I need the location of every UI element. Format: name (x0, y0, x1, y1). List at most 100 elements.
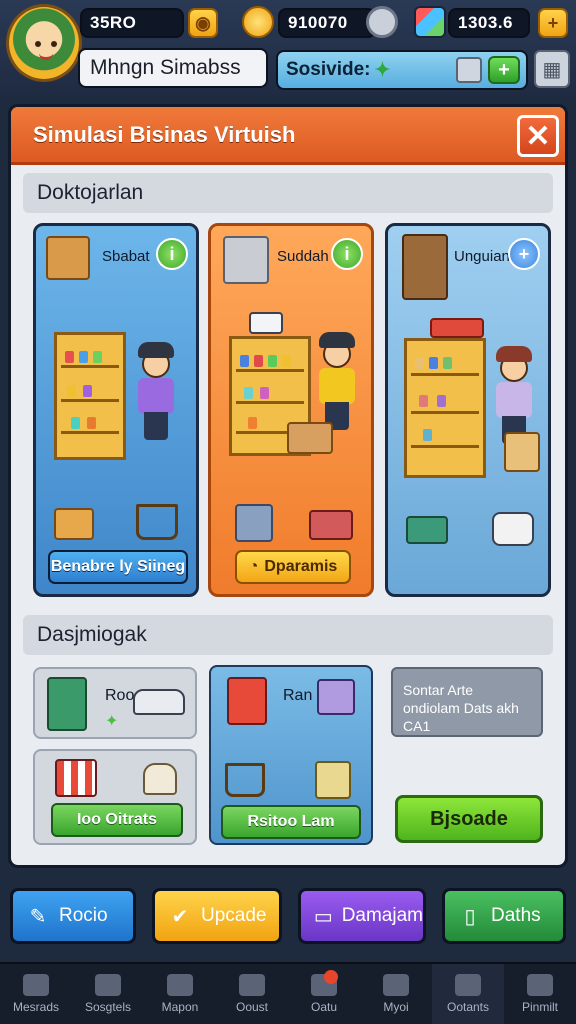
sparkle-icon: ✦ (374, 59, 391, 81)
box-icon (239, 974, 265, 996)
card-1-button[interactable]: Benabre ly Siineg (48, 550, 188, 584)
produce-box-icon (315, 761, 351, 799)
nav-label-1: Mesrads (12, 1000, 59, 1014)
machine-icon (47, 677, 87, 731)
van-icon (492, 512, 534, 546)
card-c-button[interactable]: Ioo Oitrats (51, 803, 183, 837)
nav-label-2: Sosgtels (84, 1000, 132, 1014)
business-name: Mhngn Simabss (90, 56, 241, 79)
sparkle-icon: ✦ (105, 713, 119, 730)
clock-icon: ◔ (248, 558, 259, 575)
nav-item-1[interactable]: Mesrads (0, 964, 72, 1024)
coin-icon: ◉ (195, 12, 211, 33)
nav-item-7[interactable]: Ootants (432, 964, 504, 1024)
car-icon (133, 689, 185, 715)
nav-item-5[interactable]: Oatu (288, 964, 360, 1024)
factory-icon (527, 974, 553, 996)
card-b-label: Ran (283, 687, 313, 704)
shop-stall-icon (55, 759, 97, 797)
resource-counter-1: 35RO (80, 8, 184, 38)
card-d-button-label: Rsitoo Lam (247, 813, 335, 830)
confirm-button[interactable]: Bjsoade (395, 795, 543, 843)
stock-box-icon (309, 510, 353, 540)
plus-icon: + (547, 12, 559, 33)
status-text: Sosivide: (286, 59, 371, 80)
upgrade-card-c[interactable]: Ioo Oitrats (33, 749, 197, 845)
action-button-3[interactable]: ▭ Damajam (298, 888, 426, 944)
produce-tray-icon (406, 516, 448, 544)
shop-sign-icon (249, 312, 283, 334)
nav-label-4: Ooust (235, 1000, 268, 1014)
top-hud: 35RO ◉ 910070 1303.6 + Mhngn Simabss Sos… (0, 0, 576, 96)
action-button-1[interactable]: ✎ Rocio (10, 888, 136, 944)
upgrade-card-a[interactable]: Roo ✦ (33, 667, 197, 739)
gauge-icon[interactable] (366, 6, 398, 38)
shelf-illustration (54, 332, 126, 460)
cart-icon (225, 763, 265, 797)
info-text: Sontar Arte ondiolam Dats akh CA1 (403, 682, 519, 734)
card-c-button-label: Ioo Oitrats (76, 811, 157, 828)
card-1-info-icon[interactable]: i (156, 238, 188, 270)
status-plus-button[interactable]: + (488, 56, 520, 84)
business-name-field[interactable]: Mhngn Simabss (78, 48, 268, 88)
card-3-label: Unguian (454, 248, 510, 265)
card-a-label: Roo (105, 687, 135, 704)
action-button-4[interactable]: ▯ Daths (442, 888, 566, 944)
section-1-label: Doktojarlan (37, 181, 144, 204)
resource-counter-3: 1303.6 (448, 8, 530, 38)
nav-item-4[interactable]: Ooust (216, 964, 288, 1024)
gift-box-icon (46, 236, 90, 280)
business-card-3[interactable]: Unguian + (385, 223, 551, 597)
crate-icon (504, 432, 540, 472)
card-d-button[interactable]: Rsitoo Lam (221, 805, 361, 839)
avatar-mouth (39, 53, 53, 60)
action-1-label: Rocio (59, 905, 108, 926)
menu-grid-button[interactable]: ▦ (534, 50, 570, 88)
close-icon: ✕ (525, 119, 551, 153)
info-box: Sontar Arte ondiolam Dats akh CA1 (391, 667, 543, 737)
modal-title: Simulasi Bisinas Virtuish (33, 121, 296, 147)
nav-label-7: Ootants (446, 1000, 490, 1014)
nav-item-8[interactable]: Pinmilt (504, 964, 576, 1024)
card-2-info-icon[interactable]: i (331, 238, 363, 270)
coin-icon (242, 6, 274, 38)
confirm-button-label: Bjsoade (430, 807, 508, 830)
section-2-label: Dasjmiogak (37, 623, 147, 646)
card-3-add-icon[interactable]: + (508, 238, 540, 270)
map-icon (167, 974, 193, 996)
player-avatar[interactable] (6, 4, 82, 82)
resource-value-1: 35RO (90, 13, 137, 32)
card-2-button[interactable]: ◔ Dparamis (235, 550, 351, 584)
resource-1-button[interactable]: ◉ (188, 8, 218, 38)
contacts-icon (455, 974, 481, 996)
nav-item-3[interactable]: Mapon (144, 964, 216, 1024)
cash-register-icon (235, 504, 273, 542)
package-icon (317, 679, 355, 715)
card-2-button-label: Dparamis (264, 558, 338, 575)
modal-header: Simulasi Bisinas Virtuish (11, 107, 565, 165)
upgrade-card-b[interactable]: Ran Rsitoo Lam (209, 665, 373, 845)
resource-value-2: 910070 (288, 13, 348, 32)
plus-label: + (498, 58, 510, 81)
bread-icon (143, 763, 177, 795)
trash-icon[interactable] (456, 57, 482, 83)
action-2-label: Upcade (201, 905, 267, 926)
simulation-modal: Simulasi Bisinas Virtuish ✕ Doktojarlan … (8, 104, 568, 868)
shopkeeper-illustration (315, 330, 359, 430)
nav-item-2[interactable]: Sosgtels (72, 964, 144, 1024)
close-button[interactable]: ✕ (517, 115, 559, 157)
action-3-label: Damajam (341, 905, 423, 926)
check-icon: ✔ (171, 905, 189, 928)
nav-label-5: Oatu (310, 1000, 337, 1014)
business-card-2[interactable]: Suddah i ◔ Dparamis (208, 223, 374, 597)
action-button-2[interactable]: ✔ Upcade (152, 888, 282, 944)
shopkeeper-illustration (134, 340, 178, 440)
card-icon: ▭ (313, 905, 333, 928)
crate-icon (54, 508, 94, 540)
add-resource-button[interactable]: + (538, 8, 568, 38)
shelf-illustration (404, 338, 486, 478)
edit-icon: ✎ (29, 905, 47, 928)
business-card-1[interactable]: Sbabat i Benabre ly Siineg (33, 223, 199, 597)
nav-item-6[interactable]: Myoi (360, 964, 432, 1024)
toy-icon (227, 677, 267, 725)
